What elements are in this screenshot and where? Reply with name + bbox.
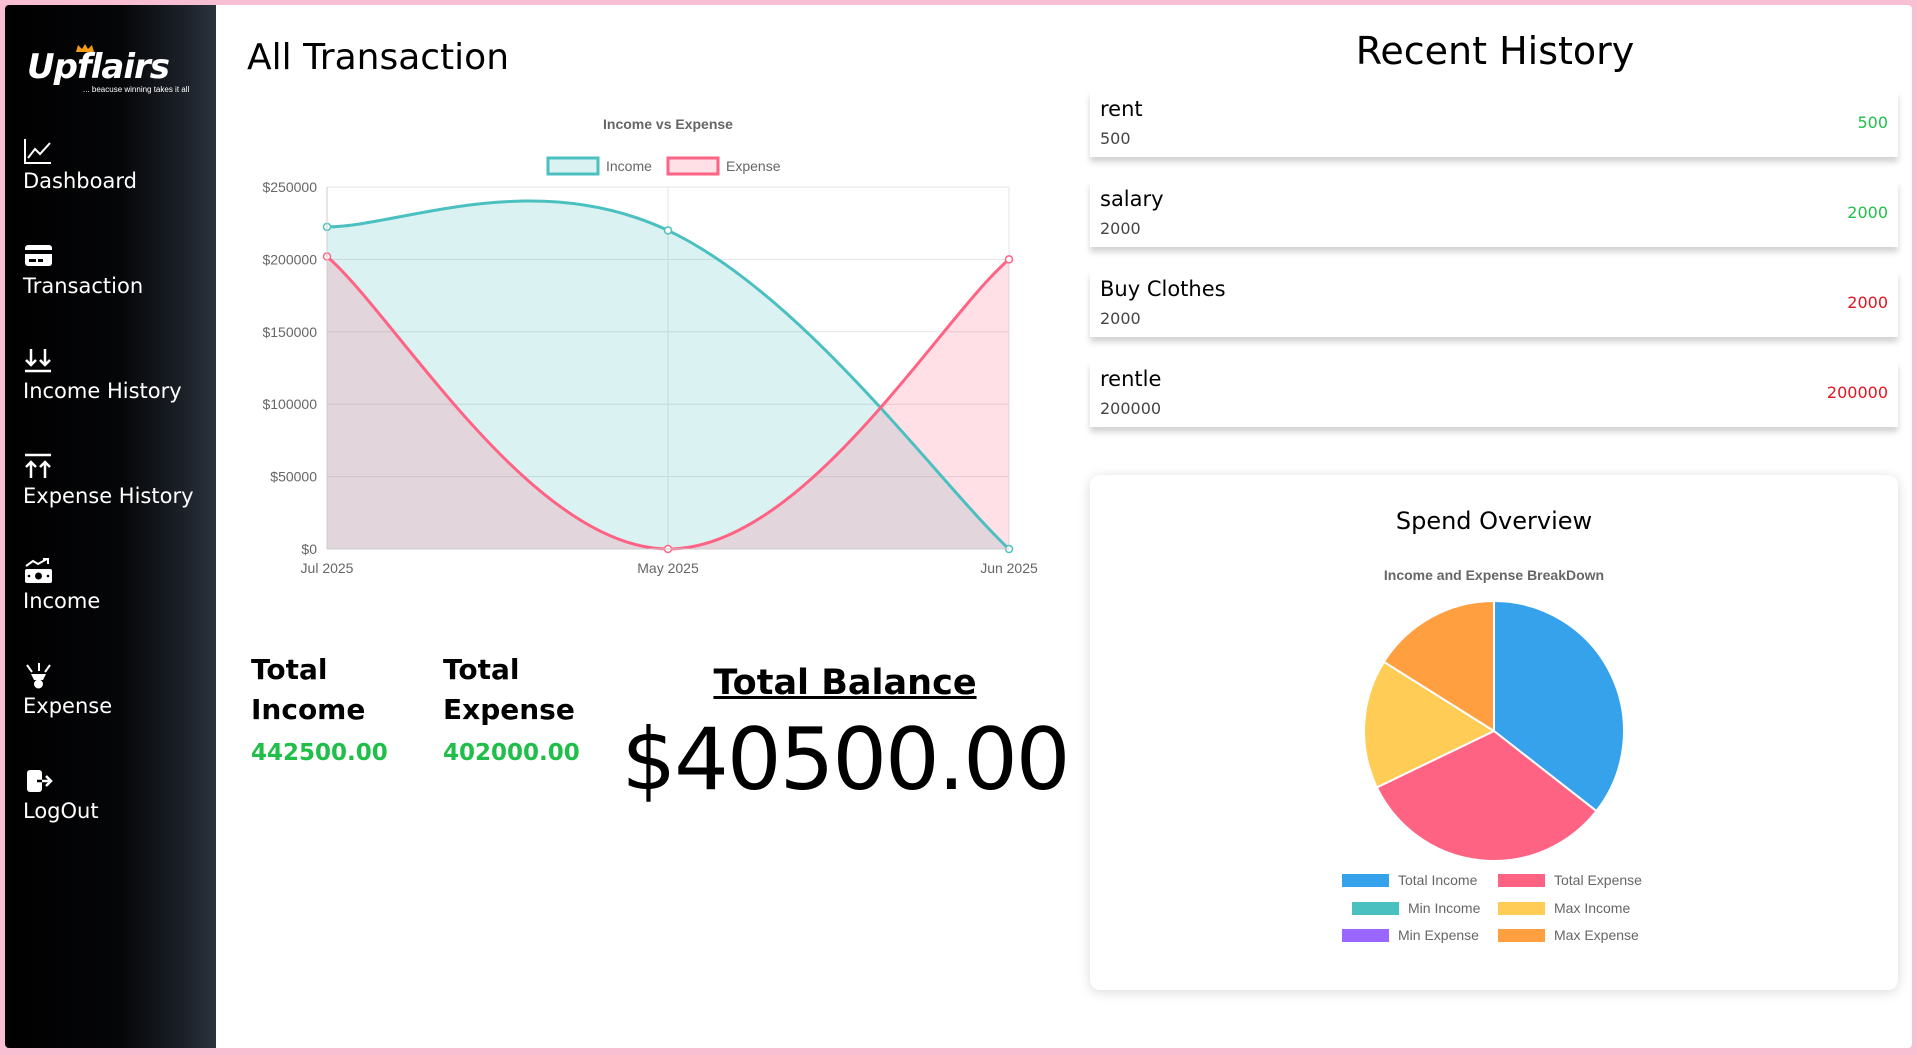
income-expense-chart: Income vs Expense Income Expense $0 $50000 $1…	[237, 105, 1047, 595]
y-tick-label: $50000	[270, 469, 317, 485]
app-window: Upflairs ... beacuse winning takes it al…	[5, 5, 1912, 1048]
pie-legend-label: Min Income	[1408, 900, 1481, 916]
upload-arrows-icon	[25, 453, 51, 478]
sidebar: Upflairs ... beacuse winning takes it al…	[5, 5, 216, 1048]
legend-label: Income	[606, 158, 652, 174]
recent-history-title: Recent History	[1355, 29, 1635, 73]
line-chart: Income vs Expense Income Expense $0 $50000 $1…	[262, 116, 1038, 576]
logout-icon	[27, 770, 53, 792]
pie-legend-label: Total Income	[1398, 872, 1478, 888]
x-tick-label: May 2025	[637, 560, 699, 576]
sidebar-item-income-history[interactable]: Income History	[23, 347, 208, 417]
history-item-amount: 2000	[1100, 219, 1141, 238]
sidebar-item-expense[interactable]: Expense	[23, 662, 208, 732]
brand-name: Upflairs	[27, 47, 170, 87]
sidebar-item-logout[interactable]: LogOut	[23, 767, 208, 837]
data-point	[663, 226, 673, 235]
credit-card-icon	[25, 245, 52, 266]
pie-legend-swatch	[1498, 902, 1545, 915]
pie-legend-swatch	[1342, 874, 1389, 887]
history-item-amount: 200000	[1100, 399, 1162, 418]
pie-legend-swatch	[1342, 929, 1389, 942]
total-balance-label: Total Balance	[713, 663, 977, 703]
pie-legend-label: Max Expense	[1554, 927, 1639, 943]
line-chart-icon	[24, 139, 51, 164]
sidebar-item-label: Expense	[23, 694, 113, 718]
chart-title: Income vs Expense	[603, 116, 733, 132]
sidebar-item-expense-history[interactable]: Expense History	[23, 452, 208, 522]
history-item[interactable]: rentle 200000 200000	[1090, 361, 1898, 427]
history-item[interactable]: salary 2000 2000	[1090, 181, 1898, 247]
total-expense-stat: Total Expense 402000.00	[443, 650, 593, 766]
sidebar-item-income[interactable]: Income	[23, 557, 208, 627]
x-tick-label: Jul 2025	[301, 560, 354, 576]
history-item-name: salary	[1100, 187, 1164, 211]
total-expense-label: Total Expense	[443, 653, 575, 726]
total-income-label: Total Income	[251, 653, 366, 726]
sidebar-item-label: Dashboard	[23, 169, 137, 193]
pie-legend-label: Min Expense	[1398, 927, 1479, 943]
total-expense-value: 402000.00	[443, 740, 580, 766]
sidebar-item-dashboard[interactable]: Dashboard	[23, 137, 208, 207]
pie-legend-swatch	[1352, 902, 1399, 915]
pie-legend-label: Total Expense	[1554, 872, 1642, 888]
legend-swatch	[666, 156, 720, 176]
y-tick-label: $200000	[262, 251, 317, 267]
history-item-name: Buy Clothes	[1100, 277, 1226, 301]
brand-logo[interactable]: Upflairs ... beacuse winning takes it al…	[27, 41, 197, 101]
x-tick-label: Jun 2025	[980, 560, 1038, 576]
money-stack-icon	[25, 558, 52, 583]
history-item-amount: 2000	[1100, 309, 1141, 328]
pie-legend-label: Max Income	[1554, 900, 1630, 916]
history-item[interactable]: Buy Clothes 2000 2000	[1090, 271, 1898, 337]
history-item-value: 2000	[1847, 203, 1888, 222]
history-item[interactable]: rent 500 500	[1090, 91, 1898, 157]
pie-chart: Income and Expense BreakDown Total Income…	[1342, 567, 1642, 943]
pie-legend-swatch	[1498, 874, 1545, 887]
history-item-value: 200000	[1826, 383, 1888, 402]
download-arrows-icon	[25, 349, 51, 373]
brand-tagline: ... beacuse winning takes it all	[83, 85, 190, 94]
history-item-value: 2000	[1847, 293, 1888, 312]
page-title: All Transaction	[247, 37, 510, 78]
total-income-stat: Total Income 442500.00	[251, 650, 401, 766]
y-tick-label: $250000	[262, 179, 317, 195]
pie-title: Income and Expense BreakDown	[1384, 567, 1604, 583]
y-tick-label: $150000	[262, 324, 317, 340]
sidebar-item-label: Income History	[23, 379, 182, 403]
legend-swatch	[546, 156, 600, 176]
total-income-value: 442500.00	[251, 740, 388, 766]
history-item-value: 500	[1857, 113, 1888, 132]
sidebar-item-label: Income	[23, 589, 101, 613]
data-point	[1004, 255, 1014, 264]
y-tick-label: $100000	[262, 396, 317, 412]
y-tick-label: $0	[301, 541, 317, 557]
sidebar-item-label: Transaction	[23, 274, 144, 298]
total-balance-value: $40500.00	[621, 710, 1070, 810]
sidebar-item-label: LogOut	[23, 799, 99, 823]
legend-label: Expense	[726, 158, 781, 174]
sidebar-item-transaction[interactable]: Transaction	[23, 242, 208, 312]
history-item-name: rent	[1100, 97, 1143, 121]
pie-legend-swatch	[1498, 929, 1545, 942]
sidebar-item-label: Expense History	[23, 484, 194, 508]
history-item-name: rentle	[1100, 367, 1162, 391]
history-item-amount: 500	[1100, 129, 1131, 148]
hand-coins-icon	[26, 663, 51, 689]
spend-overview-card: Spend Overview Income and Expense BreakD…	[1090, 475, 1898, 990]
